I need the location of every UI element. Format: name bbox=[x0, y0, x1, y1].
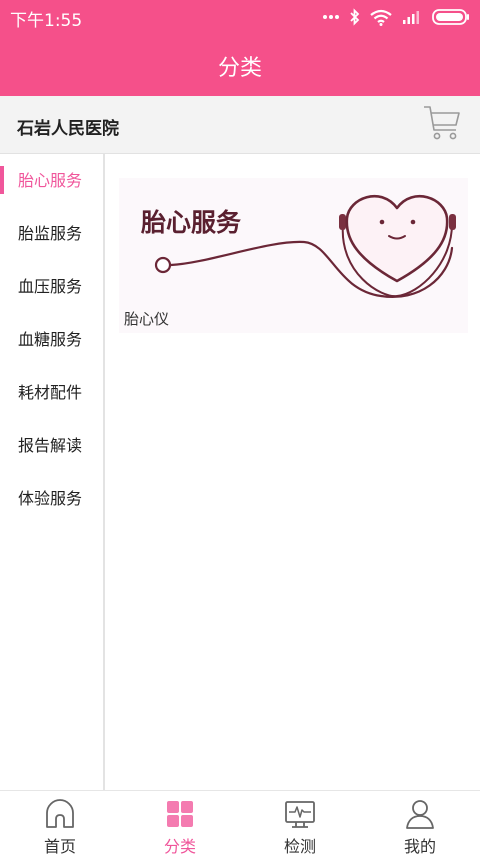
monitor-icon bbox=[285, 801, 315, 828]
hospital-name: 石岩人民医院 bbox=[17, 119, 119, 139]
status-icons bbox=[322, 6, 470, 28]
status-time: 下午1:55 bbox=[10, 11, 83, 31]
category-sidebar: 胎心服务 胎监服务 血压服务 血糖服务 耗材配件 报告解读 体验服务 bbox=[0, 154, 105, 790]
sidebar-item-experience[interactable]: 体验服务 bbox=[0, 472, 103, 525]
stethoscope-chest-piece bbox=[154, 256, 172, 274]
home-icon bbox=[46, 799, 74, 828]
nav-home[interactable]: 首页 bbox=[0, 791, 120, 857]
category-content: 胎心服务 胎心仪 bbox=[107, 154, 480, 790]
battery-icon bbox=[432, 9, 470, 25]
nav-detect-label: 检测 bbox=[283, 837, 316, 856]
nav-mine-label: 我的 bbox=[403, 837, 436, 856]
sidebar-item-blood-pressure[interactable]: 血压服务 bbox=[0, 260, 103, 313]
sidebar-item-report-reading[interactable]: 报告解读 bbox=[0, 419, 103, 472]
nav-category[interactable]: 分类 bbox=[120, 791, 240, 857]
bluetooth-icon bbox=[350, 8, 360, 26]
sidebar-item-blood-sugar[interactable]: 血糖服务 bbox=[0, 313, 103, 366]
user-icon bbox=[406, 800, 434, 829]
sidebar-item-fetal-monitor[interactable]: 胎监服务 bbox=[0, 207, 103, 260]
sidebar-item-consumables[interactable]: 耗材配件 bbox=[0, 366, 103, 419]
sidebar-item-fetal-heart[interactable]: 胎心服务 bbox=[0, 154, 103, 207]
more-dots-icon bbox=[322, 14, 340, 20]
nav-category-label: 分类 bbox=[163, 837, 196, 856]
product-banner: 胎心服务 bbox=[119, 178, 468, 306]
nav-detect[interactable]: 检测 bbox=[240, 791, 360, 857]
nav-mine[interactable]: 我的 bbox=[360, 791, 480, 857]
signal-icon bbox=[402, 10, 422, 24]
hospital-bar: 石岩人民医院 bbox=[0, 96, 480, 154]
nav-home-label: 首页 bbox=[43, 837, 76, 856]
category-grid-icon bbox=[167, 801, 193, 827]
banner-title: 胎心服务 bbox=[141, 208, 241, 237]
title-bar: 分类 bbox=[0, 34, 480, 96]
cart-icon[interactable] bbox=[422, 104, 462, 142]
product-label: 胎心仪 bbox=[124, 310, 170, 328]
status-bar: 下午1:55 bbox=[0, 0, 480, 34]
product-card[interactable]: 胎心服务 胎心仪 bbox=[119, 178, 468, 333]
bottom-nav: 首页 分类 检测 我的 bbox=[0, 790, 480, 857]
wifi-icon bbox=[370, 9, 392, 26]
page-title: 分类 bbox=[217, 56, 262, 81]
